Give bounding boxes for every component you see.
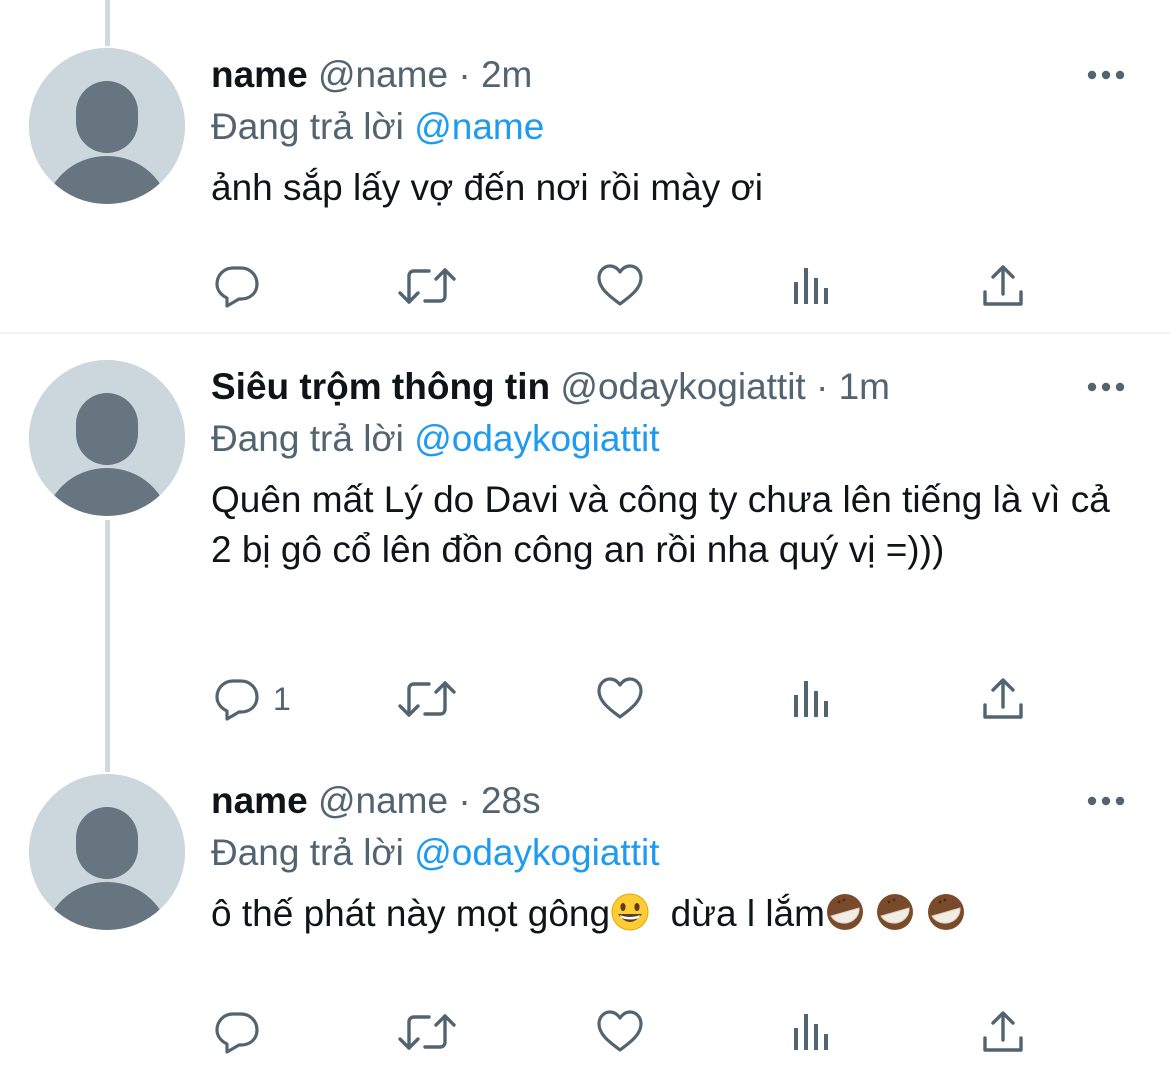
display-name[interactable]: name: [211, 780, 308, 821]
avatar[interactable]: [29, 48, 185, 204]
replying-label: Đang trả lời: [211, 106, 404, 147]
views-icon: [790, 1008, 834, 1056]
views-button[interactable]: [790, 261, 834, 311]
avatar[interactable]: [29, 360, 185, 516]
display-name[interactable]: Siêu trộm thông tin: [211, 366, 550, 407]
tweet-text: ô thế phát này mọt gông dừa l lắm: [211, 889, 1130, 939]
separator-dot: ·: [458, 780, 471, 821]
user-handle[interactable]: @odaykogiattit: [560, 366, 805, 407]
display-name[interactable]: name: [211, 54, 308, 95]
reply-count: 1: [273, 680, 291, 717]
timestamp[interactable]: 1m: [839, 366, 890, 407]
action-bar: [211, 1007, 1091, 1057]
default-avatar-icon: [29, 774, 185, 930]
more-horizontal-icon[interactable]: [1086, 795, 1126, 807]
retweet-icon: [397, 1008, 457, 1056]
like-button[interactable]: [595, 1007, 645, 1057]
separator-dot: ·: [458, 54, 471, 95]
retweet-button[interactable]: [397, 674, 457, 724]
timestamp[interactable]: 2m: [481, 54, 532, 95]
replying-label: Đang trả lời: [211, 832, 404, 873]
coconut-emoji-icon: [825, 892, 865, 932]
reply-button[interactable]: 1: [213, 674, 291, 724]
replying-to-mention[interactable]: @name: [414, 106, 544, 147]
views-button[interactable]: [790, 1007, 834, 1057]
action-bar: [211, 261, 1091, 311]
heart-icon: [595, 262, 645, 310]
replying-label: Đang trả lời: [211, 418, 404, 459]
retweet-icon: [397, 675, 457, 723]
retweet-icon: [397, 262, 457, 310]
views-icon: [790, 262, 834, 310]
like-button[interactable]: [595, 261, 645, 311]
more-horizontal-icon[interactable]: [1086, 381, 1126, 393]
tweet-text: Quên mất Lý do Davi và công ty chưa lên …: [211, 479, 1110, 570]
share-icon: [979, 1008, 1027, 1056]
coconut-emoji-icon: [926, 892, 966, 932]
user-handle[interactable]: @name: [318, 780, 448, 821]
tweet-text-part-1: ô thế phát này mọt gông: [211, 893, 611, 934]
reply-icon: [213, 1008, 261, 1056]
heart-icon: [595, 675, 645, 723]
more-horizontal-icon[interactable]: [1086, 69, 1126, 81]
heart-icon: [595, 1008, 645, 1056]
tweet-1[interactable]: name @name · 2m Đang trả lời @name ảnh s…: [0, 0, 1170, 333]
tweet-text: ảnh sắp lấy vợ đến nơi rồi mày ơi: [211, 167, 763, 208]
replying-to-mention[interactable]: @odaykogiattit: [414, 832, 659, 873]
tweet-text-part-2: dừa l lắm: [650, 893, 825, 934]
reply-button[interactable]: [213, 261, 273, 311]
avatar[interactable]: [29, 774, 185, 930]
like-button[interactable]: [595, 674, 645, 724]
reply-icon: [213, 675, 261, 723]
retweet-button[interactable]: [397, 261, 457, 311]
tweet-3[interactable]: name @name · 28s Đang trả lời @odaykogia…: [0, 744, 1170, 1075]
action-bar: 1: [211, 674, 1091, 724]
user-handle[interactable]: @name: [318, 54, 448, 95]
reply-button[interactable]: [213, 1007, 273, 1057]
views-button[interactable]: [790, 674, 834, 724]
timestamp[interactable]: 28s: [481, 780, 541, 821]
default-avatar-icon: [29, 360, 185, 516]
replying-to-mention[interactable]: @odaykogiattit: [414, 418, 659, 459]
share-button[interactable]: [979, 1007, 1027, 1057]
share-button[interactable]: [979, 261, 1027, 311]
separator-dot: ·: [816, 366, 829, 407]
default-avatar-icon: [29, 48, 185, 204]
share-icon: [979, 262, 1027, 310]
tweet-2[interactable]: Siêu trộm thông tin @odaykogiattit · 1m …: [0, 334, 1170, 744]
retweet-button[interactable]: [397, 1007, 457, 1057]
share-icon: [979, 675, 1027, 723]
grinning-face-emoji-icon: [610, 892, 650, 932]
views-icon: [790, 675, 834, 723]
coconut-emoji-icon: [875, 892, 915, 932]
reply-icon: [213, 262, 261, 310]
share-button[interactable]: [979, 674, 1027, 724]
